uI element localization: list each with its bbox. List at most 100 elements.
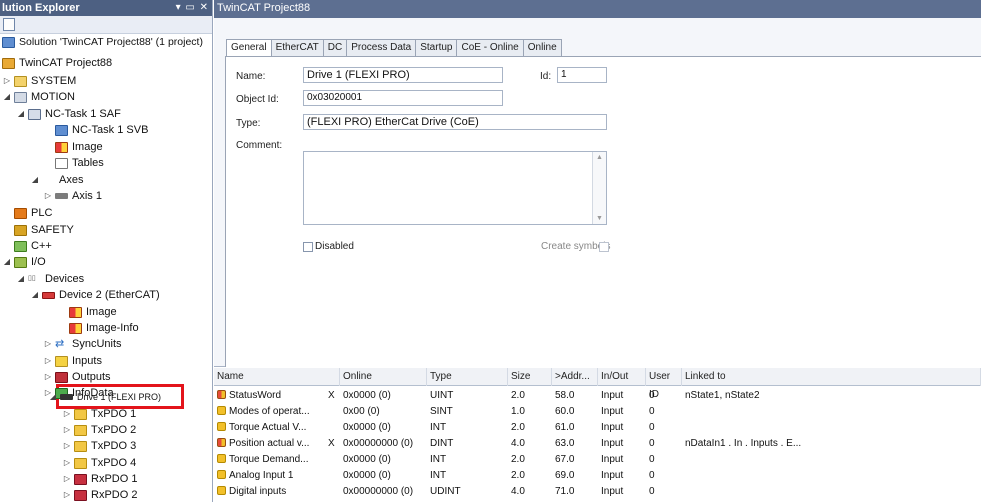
tree-item-devices[interactable]: ◢ ▯▯ Devices xyxy=(0,271,212,287)
collapse-arrow-icon[interactable]: ◢ xyxy=(2,89,12,105)
tab-process-data[interactable]: Process Data xyxy=(346,39,416,57)
type-field[interactable]: (FLEXI PRO) EtherCat Drive (CoE) xyxy=(303,114,607,130)
cell-type: INT xyxy=(430,422,447,433)
tab-ethercat[interactable]: EtherCAT xyxy=(270,39,323,57)
tab-startup[interactable]: Startup xyxy=(415,39,457,57)
table-row[interactable]: Modes of operat... 0x00 (0) SINT 1.0 60.0 Inp… xyxy=(214,404,981,420)
collapse-arrow-icon[interactable]: ◢ xyxy=(48,389,58,405)
comment-scrollbar[interactable]: ▲ ▼ xyxy=(592,152,606,224)
cell-size: 4.0 xyxy=(511,438,525,449)
tree-item-motion[interactable]: ◢ MOTION xyxy=(0,89,212,105)
expand-arrow-icon[interactable]: ▷ xyxy=(2,73,12,89)
collapse-arrow-icon[interactable]: ◢ xyxy=(30,172,40,188)
expand-arrow-icon[interactable]: ▷ xyxy=(43,369,53,385)
tree-item-tables[interactable]: Tables xyxy=(0,155,212,171)
table-row[interactable]: Torque Demand... 0x0000 (0) INT 2.0 67.0 Inpu… xyxy=(214,452,981,468)
tree-item-txpdo-2[interactable]: ▷ TxPDO 2 xyxy=(0,422,212,438)
tree-item-inputs[interactable]: ▷ Inputs xyxy=(0,353,212,369)
tree-item-c[interactable]: C++ xyxy=(0,238,212,254)
home-icon[interactable] xyxy=(3,18,15,31)
scroll-down-icon[interactable]: ▼ xyxy=(596,215,603,222)
table-row[interactable]: StatusWord X 0x0000 (0) UINT 2.0 58.0 Input 0 nS… xyxy=(214,388,981,404)
variable-name: Position actual v... xyxy=(229,438,310,449)
tree-item-nc-task-1-svb[interactable]: NC-Task 1 SVB xyxy=(0,122,212,138)
cell-online: 0x0000 (0) xyxy=(343,454,391,465)
tree-item-drive-1-flexi-pro[interactable]: ◢ Drive 1 (FLEXI PRO) xyxy=(0,389,212,405)
variable-icon xyxy=(217,406,226,415)
table-row[interactable]: Torque Actual V... 0x0000 (0) INT 2.0 61.0 In… xyxy=(214,420,981,436)
tree-item-axis-1[interactable]: ▷ Axis 1 xyxy=(0,188,212,204)
tree-item-device-2-ethercat[interactable]: ◢ Device 2 (EtherCAT) xyxy=(0,287,212,303)
name-field[interactable]: Drive 1 (FLEXI PRO) xyxy=(303,67,503,83)
window-controls[interactable]: ▾ ▭ ✕ xyxy=(176,0,209,16)
tab-dc[interactable]: DC xyxy=(322,39,347,57)
expand-arrow-icon[interactable]: ▷ xyxy=(43,188,53,204)
tree-item-solution-twincat-project88-1-project[interactable]: Solution 'TwinCAT Project88' (1 project) xyxy=(0,34,212,50)
disabled-label: Disabled xyxy=(315,241,354,252)
disabled-checkbox[interactable] xyxy=(303,242,313,252)
id-field[interactable]: 1 xyxy=(557,67,607,83)
tree-item-outputs[interactable]: ▷ Outputs xyxy=(0,369,212,385)
tree-item-label: Image xyxy=(86,306,117,318)
tree-item-label: TxPDO 4 xyxy=(91,457,137,469)
expand-arrow-icon[interactable]: ▷ xyxy=(43,353,53,369)
tree-item-label: SyncUnits xyxy=(72,338,122,350)
tree-item-image[interactable]: Image xyxy=(0,304,212,320)
column-header[interactable]: User ID xyxy=(646,368,682,400)
tree-item-plc[interactable]: PLC xyxy=(0,205,212,221)
expand-arrow-icon[interactable]: ▷ xyxy=(62,471,72,487)
mapped-marker: X xyxy=(328,438,335,449)
expand-arrow-icon[interactable]: ▷ xyxy=(62,438,72,454)
expand-arrow-icon[interactable]: ▷ xyxy=(62,455,72,471)
column-header[interactable]: >Addr... xyxy=(552,368,598,386)
rxpdo-icon xyxy=(74,474,87,485)
svb-icon xyxy=(55,125,68,136)
tree-item-i-o[interactable]: ◢ I/O xyxy=(0,254,212,270)
collapse-arrow-icon[interactable]: ◢ xyxy=(30,287,40,303)
tree-item-system[interactable]: ▷ SYSTEM xyxy=(0,73,212,89)
column-header[interactable]: Type xyxy=(427,368,508,386)
column-header[interactable]: In/Out xyxy=(598,368,646,386)
column-header[interactable]: Linked to xyxy=(682,368,981,386)
tree-item-nc-task-1-saf[interactable]: ◢ NC-Task 1 SAF xyxy=(0,106,212,122)
outputs-icon xyxy=(55,372,68,383)
tree-item-safety[interactable]: SAFETY xyxy=(0,222,212,238)
tree-item-rxpdo-2[interactable]: ▷ RxPDO 2 xyxy=(0,487,212,502)
tree-item-image[interactable]: Image xyxy=(0,139,212,155)
table-row[interactable]: Analog Input 1 0x0000 (0) INT 2.0 69.0 Input 0 xyxy=(214,468,981,484)
expand-arrow-icon[interactable]: ▷ xyxy=(62,422,72,438)
expand-arrow-icon[interactable]: ▷ xyxy=(62,487,72,502)
cell-name: Analog Input 1 xyxy=(214,468,340,484)
collapse-arrow-icon[interactable]: ◢ xyxy=(16,271,26,287)
column-header[interactable]: Online xyxy=(340,368,427,386)
document-tab[interactable]: TwinCAT Project88 xyxy=(214,0,981,18)
expand-arrow-icon[interactable]: ▷ xyxy=(62,406,72,422)
expand-arrow-icon[interactable]: ▷ xyxy=(43,336,53,352)
column-header[interactable]: Size xyxy=(508,368,552,386)
tab-online[interactable]: Online xyxy=(522,39,562,57)
cell-online: 0x00 (0) xyxy=(343,406,380,417)
collapse-arrow-icon[interactable]: ◢ xyxy=(16,106,26,122)
cell-type: UINT xyxy=(430,390,454,401)
column-header[interactable]: Name xyxy=(214,368,340,386)
tab-coe-online[interactable]: CoE - Online xyxy=(456,39,523,57)
tree-item-txpdo-3[interactable]: ▷ TxPDO 3 xyxy=(0,438,212,454)
tree-item-axes[interactable]: ◢ Axes xyxy=(0,172,212,188)
cell-addr: 58.0 xyxy=(555,390,575,401)
create-symbols-checkbox[interactable] xyxy=(599,242,609,252)
cell-size: 2.0 xyxy=(511,454,525,465)
tree-item-twincat-project88[interactable]: ◢TwinCAT Project88 xyxy=(0,55,212,71)
cell-online: 0x0000 (0) xyxy=(343,422,391,433)
tree-item-txpdo-4[interactable]: ▷ TxPDO 4 xyxy=(0,455,212,471)
tree-item-txpdo-1[interactable]: ▷ TxPDO 1 xyxy=(0,406,212,422)
scroll-up-icon[interactable]: ▲ xyxy=(596,154,603,161)
collapse-arrow-icon[interactable]: ◢ xyxy=(2,254,12,270)
tree-item-rxpdo-1[interactable]: ▷ RxPDO 1 xyxy=(0,471,212,487)
tree-item-image-info[interactable]: Image-Info xyxy=(0,320,212,336)
tree-item-syncunits[interactable]: ▷ ⇄ SyncUnits xyxy=(0,336,212,352)
table-row[interactable]: Position actual v... X 0x00000000 (0) DINT 4… xyxy=(214,436,981,452)
cell-addr: 60.0 xyxy=(555,406,575,417)
object-id-field[interactable]: 0x03020001 xyxy=(303,90,503,106)
comment-field[interactable]: ▲ ▼ xyxy=(303,151,607,225)
table-row[interactable]: Digital inputs 0x00000000 (0) UDINT 4.0 71.0… xyxy=(214,484,981,500)
